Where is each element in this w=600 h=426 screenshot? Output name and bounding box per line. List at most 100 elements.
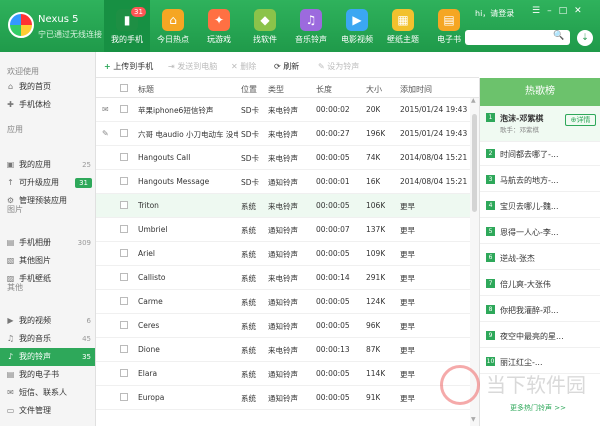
hot-song-item[interactable]: 5 恩得一人心-李... <box>480 220 600 244</box>
sidebar-item-image[interactable]: ▧ 其他图片 <box>0 252 95 270</box>
table-row[interactable]: ✎ 六哥 电audio 小刀电动车 没电还...SD卡来电铃声 00:00:27 19… <box>96 122 471 146</box>
row-checkbox[interactable] <box>120 153 128 161</box>
table-row[interactable]: Elara 系统 通知铃声 00:00:05 114K 更早 <box>96 362 471 386</box>
column-header[interactable]: 标题 <box>138 84 154 95</box>
row-checkbox[interactable] <box>120 201 128 209</box>
set-ringtone-button[interactable]: ✎ 设为铃声 <box>318 61 359 72</box>
nav-tab-home[interactable]: ⌂ 今日热点 <box>150 0 196 52</box>
table-row[interactable]: Umbriel 系统 通知铃声 00:00:07 137K 更早 <box>96 218 471 242</box>
select-all-checkbox[interactable] <box>120 84 128 92</box>
sidebar-item-album[interactable]: ▤ 手机相册 309 <box>0 234 95 252</box>
nav-tab-wallpaper[interactable]: ▦ 壁纸主题 <box>380 0 426 52</box>
sidebar-item-settings[interactable]: ⚙ 管理预装应用 <box>0 192 95 210</box>
hot-song-item[interactable]: 4 宝贝去哪儿-魏... <box>480 194 600 218</box>
column-header[interactable]: 添加时间 <box>400 84 432 95</box>
skin-icon[interactable]: ☰ <box>532 6 547 16</box>
table-row[interactable]: Triton 系统 来电铃声 00:00:05 106K 更早 <box>96 194 471 218</box>
hot-song-item[interactable]: 7 倍儿爽-大张伟 <box>480 272 600 296</box>
row-location: 系统 <box>241 322 256 331</box>
row-checkbox[interactable] <box>120 105 128 113</box>
row-checkbox[interactable] <box>120 369 128 377</box>
hot-song-title: 倍儿爽-大张伟 <box>500 280 551 289</box>
row-checkbox[interactable] <box>120 177 128 185</box>
refresh-button[interactable]: ⟳ 刷新 <box>274 61 299 72</box>
close-icon[interactable]: ✕ <box>574 6 589 16</box>
table-row[interactable]: Dione 系统 来电铃声 00:00:13 87K 更早 <box>96 338 471 362</box>
sidebar-item-sms[interactable]: ✉ 短信、联系人 <box>0 384 95 402</box>
sidebar-item-ebook[interactable]: ▤ 我的电子书 <box>0 366 95 384</box>
table-row[interactable]: Callisto 系统 来电铃声 00:00:14 291K 更早 <box>96 266 471 290</box>
row-type: 通知铃声 <box>268 394 298 403</box>
scroll-down-icon[interactable]: ▼ <box>471 416 476 423</box>
sidebar-item-checkup[interactable]: ✚ 手机体检 <box>0 96 95 114</box>
android-icon: ◆ <box>254 9 276 31</box>
column-header[interactable]: 类型 <box>268 84 284 95</box>
row-checkbox[interactable] <box>120 225 128 233</box>
column-header[interactable]: 位置 <box>241 84 257 95</box>
sidebar-item-count: 309 <box>77 239 91 247</box>
hot-song-item[interactable]: 2 时间都去哪了-... <box>480 142 600 166</box>
table-row[interactable]: ✉ 苹果iphone6短信铃声 SD卡 来电铃声 00:00:02 20K 2015/01/… <box>96 98 471 122</box>
login-link[interactable]: hi，请登录 <box>475 8 514 19</box>
nav-tab-music[interactable]: ♫ 音乐铃声 <box>288 0 334 52</box>
sidebar-item-apps[interactable]: ▣ 我的应用 25 <box>0 156 95 174</box>
row-size: 114K <box>366 369 386 378</box>
detail-button[interactable]: ⊕详情 <box>565 114 596 126</box>
table-row[interactable]: Ariel 系统 通知铃声 00:00:05 109K 更早 <box>96 242 471 266</box>
nav-tab-label: 音乐铃声 <box>295 35 327 44</box>
table-row[interactable]: Europa 系统 通知铃声 00:00:05 91K 更早 <box>96 386 471 410</box>
nav-tab-android[interactable]: ◆ 找软件 <box>242 0 288 52</box>
row-checkbox[interactable] <box>120 129 128 137</box>
sidebar-item-video[interactable]: ▶ 我的视频 6 <box>0 312 95 330</box>
sidebar-item-upgrade[interactable]: ↑ 可升级应用 31 <box>0 174 95 192</box>
sidebar-item-ringtone[interactable]: ♪ 我的铃声 35 <box>0 348 95 366</box>
window-controls: ☰–□✕ <box>532 6 589 16</box>
rank-badge: 9 <box>486 331 495 340</box>
search-icon[interactable]: 🔍 <box>553 31 564 41</box>
sidebar-item-music[interactable]: ♫ 我的音乐 45 <box>0 330 95 348</box>
delete-button[interactable]: ✕ 删除 <box>231 61 256 72</box>
message-icon: ✉ <box>102 105 109 114</box>
row-duration: 00:00:27 <box>316 129 350 138</box>
row-date: 更早 <box>400 322 415 331</box>
hot-song-item[interactable]: 6 逆战-张杰 <box>480 246 600 270</box>
sidebar-item-home[interactable]: ⌂ 我的首页 <box>0 78 95 96</box>
hot-song-item[interactable]: 3 马航去的地方-... <box>480 168 600 192</box>
table-row[interactable]: Hangouts Call SD卡 来电铃声 00:00:05 74K 2014/08/0… <box>96 146 471 170</box>
minimize-icon[interactable]: – <box>547 6 559 16</box>
row-location: SD卡 <box>241 178 260 187</box>
column-header[interactable]: 大小 <box>366 84 382 95</box>
row-checkbox[interactable] <box>120 249 128 257</box>
maximize-icon[interactable]: □ <box>559 6 575 16</box>
sidebar-item-count: 6 <box>86 317 91 325</box>
nav-tab-phone[interactable]: ▮ 我的手机 31 <box>104 0 150 52</box>
scroll-up-icon[interactable]: ▲ <box>471 97 476 104</box>
sidebar-item-count: 35 <box>82 353 91 361</box>
hot-song-item[interactable]: 8 你把我灌醉-邓... <box>480 298 600 322</box>
row-duration: 00:00:05 <box>316 321 350 330</box>
send-to-pc-button[interactable]: ⇥ 发送到电脑 <box>168 61 217 72</box>
row-checkbox[interactable] <box>120 297 128 305</box>
sidebar-item-wallpaper[interactable]: ▨ 手机壁纸 <box>0 270 95 288</box>
row-date: 更早 <box>400 226 415 235</box>
upload-button[interactable]: + 上传到手机 <box>104 61 153 72</box>
wallpaper-icon: ▦ <box>392 9 414 31</box>
sidebar-item-folder[interactable]: ▭ 文件管理 <box>0 402 95 420</box>
sidebar-item-label: 我的铃声 <box>19 352 51 361</box>
column-header[interactable]: 长度 <box>316 84 332 95</box>
row-checkbox[interactable] <box>120 321 128 329</box>
table-row[interactable]: Hangouts Message SD卡 通知铃声 00:00:01 16K 2014/0… <box>96 170 471 194</box>
table-row[interactable]: Ceres 系统 通知铃声 00:00:05 96K 更早 <box>96 314 471 338</box>
hot-song-top[interactable]: 1 泡沫-邓紫棋 歌手：邓紫棋 ⊕详情 <box>480 106 600 142</box>
nav-tab-gamepad[interactable]: ✦ 玩游戏 <box>196 0 242 52</box>
ebook-icon: ▤ <box>6 370 15 379</box>
scrollbar-thumb[interactable] <box>472 114 477 212</box>
upgrade-icon: ↑ <box>7 178 14 187</box>
row-checkbox[interactable] <box>120 393 128 401</box>
nav-tab-play[interactable]: ▶ 电影视频 <box>334 0 380 52</box>
download-icon[interactable]: ⇣ <box>577 30 593 46</box>
row-checkbox[interactable] <box>120 345 128 353</box>
row-checkbox[interactable] <box>120 273 128 281</box>
table-row[interactable]: Carme 系统 通知铃声 00:00:05 124K 更早 <box>96 290 471 314</box>
hot-song-item[interactable]: 9 夜空中最亮的星... <box>480 324 600 348</box>
